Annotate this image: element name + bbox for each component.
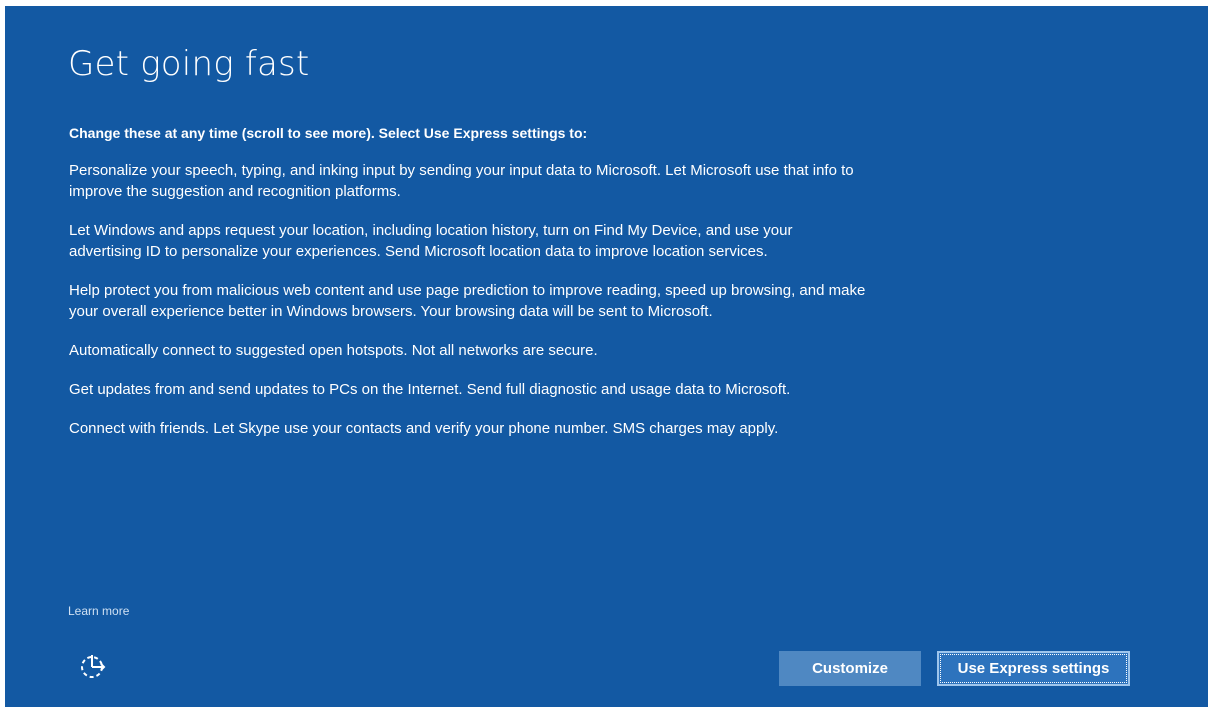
customize-button[interactable]: Customize xyxy=(779,651,921,686)
intro-text: Change these at any time (scroll to see … xyxy=(69,125,588,141)
settings-scroll-region[interactable]: Personalize your speech, typing, and ink… xyxy=(69,160,869,574)
paragraph-browser-protection: Help protect you from malicious web cont… xyxy=(69,282,866,320)
ease-of-access-icon[interactable] xyxy=(76,649,110,683)
learn-more-link[interactable]: Learn more xyxy=(68,604,129,618)
paragraph-location: Let Windows and apps request your locati… xyxy=(69,222,793,260)
paragraph-speech-typing: Personalize your speech, typing, and ink… xyxy=(69,162,854,200)
paragraph-hotspots: Automatically connect to suggested open … xyxy=(69,342,598,359)
use-express-settings-button[interactable]: Use Express settings xyxy=(937,651,1130,686)
setup-screen: Get going fast Change these at any time … xyxy=(5,6,1208,707)
paragraph-skype: Connect with friends. Let Skype use your… xyxy=(69,420,779,437)
page-title: Get going fast xyxy=(68,44,310,84)
paragraph-updates-diagnostics: Get updates from and send updates to PCs… xyxy=(69,381,791,398)
